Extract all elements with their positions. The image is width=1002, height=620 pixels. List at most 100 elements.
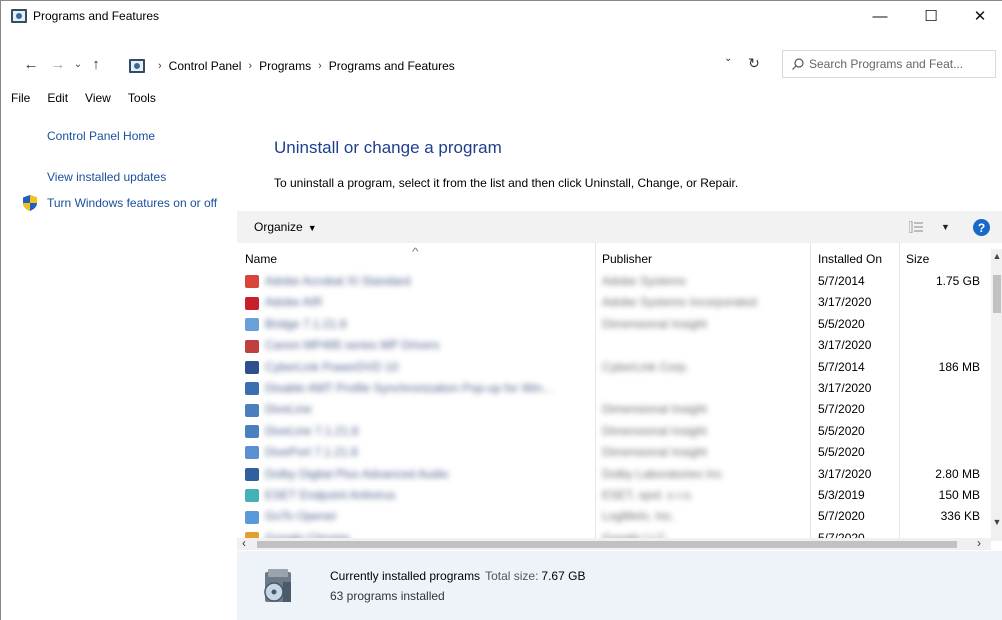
program-installed-on: 3/17/2020 <box>818 466 872 481</box>
program-installed-on: 5/5/2020 <box>818 316 865 331</box>
address-bar[interactable]: › Control Panel › Programs › Programs an… <box>129 52 771 80</box>
menu-file[interactable]: File <box>11 91 30 111</box>
table-row[interactable]: Canon MP495 series MP Drivers 3/17/2020 <box>237 335 991 356</box>
table-row[interactable]: Adobe Acrobat XI Standard Adobe Systems 5/… <box>237 271 991 292</box>
program-icon <box>245 403 259 417</box>
scroll-left-icon[interactable]: ‹ <box>242 536 246 550</box>
program-publisher: CyberLink Corp. <box>602 359 689 374</box>
control-panel-icon <box>129 59 145 73</box>
program-name-cell: Dolby Digital Plus Advanced Audio <box>245 467 448 481</box>
command-toolbar: Organize ▼ ▼ ? <box>237 211 1002 243</box>
menu-edit[interactable]: Edit <box>47 91 68 111</box>
window-title: Programs and Features <box>33 9 160 23</box>
program-name-cell: Adobe AIR <box>245 295 322 310</box>
table-row[interactable]: Adobe AIR Adobe Systems Incorporated 3/17/… <box>237 292 991 313</box>
program-icon <box>245 275 259 289</box>
menu-bar: File Edit View Tools <box>1 91 160 111</box>
program-name-cell: Canon MP495 series MP Drivers <box>245 338 440 353</box>
turn-windows-features-link[interactable]: Turn Windows features on or off <box>47 195 227 211</box>
program-size: 1.75 GB <box>935 274 980 288</box>
organize-label: Organize <box>254 220 303 234</box>
program-name: ESET Endpoint Antivirus <box>265 487 396 502</box>
program-publisher: ESET, spol. s r.o. <box>602 487 694 502</box>
control-panel-home-link[interactable]: Control Panel Home <box>47 128 155 144</box>
program-rows: Adobe Acrobat XI Standard Adobe Systems 5/… <box>237 271 991 539</box>
recent-locations-chevron-icon[interactable]: ⌄ <box>68 54 88 74</box>
scroll-down-icon[interactable]: ▼ <box>991 517 1002 527</box>
list-header: Name Publisher Installed On Size <box>237 249 991 271</box>
help-icon[interactable]: ? <box>973 219 990 236</box>
program-installed-on: 3/17/2020 <box>818 338 872 353</box>
menu-tools[interactable]: Tools <box>128 91 156 111</box>
breadcrumb-programs[interactable]: Programs <box>259 59 311 73</box>
column-header-publisher[interactable]: Publisher <box>602 252 652 266</box>
programs-list[interactable]: ^ Name Publisher Installed On Size Adobe… <box>237 243 991 539</box>
program-installed-on: 5/7/2020 <box>818 509 865 524</box>
program-name-cell: GoTo Opener <box>245 509 337 524</box>
programs-count: 63 programs installed <box>330 589 445 603</box>
program-name: Bridge 7.1.21.8 <box>265 316 347 331</box>
search-input[interactable]: Search Programs and Feat... <box>782 50 996 78</box>
maximize-button[interactable]: ☐ <box>908 1 954 31</box>
view-options-caret-icon[interactable]: ▼ <box>941 222 950 232</box>
column-header-size[interactable]: Size <box>906 252 929 266</box>
horizontal-scroll-thumb[interactable] <box>257 541 957 548</box>
refresh-icon[interactable]: ↻ <box>746 55 762 71</box>
minimize-button[interactable]: — <box>857 1 903 31</box>
program-name-cell: Bridge 7.1.21.8 <box>245 316 347 332</box>
details-pane: Currently installed programs Total size: 7… <box>237 551 1002 620</box>
table-row[interactable]: DiveLine 7.1.21.8 Dimensional Insight 5/5/… <box>237 421 991 442</box>
table-row[interactable]: GoTo Opener LogMeIn, Inc. 5/7/2020 336 KB <box>237 506 991 527</box>
scroll-right-icon[interactable]: › <box>977 536 981 550</box>
program-publisher: Dolby Laboratories Inc <box>602 466 723 481</box>
organize-button[interactable]: Organize ▼ <box>254 220 317 234</box>
view-installed-updates-link[interactable]: View installed updates <box>47 169 166 185</box>
view-options-icon[interactable] <box>909 221 923 233</box>
program-installed-on: 5/5/2020 <box>818 423 865 438</box>
program-name-cell: CyberLink PowerDVD 10 <box>245 360 398 374</box>
back-arrow-icon[interactable]: ← <box>21 54 41 74</box>
column-header-installed-on[interactable]: Installed On <box>818 252 882 266</box>
table-row[interactable]: Disable AMT Profile Synchronization Pop-… <box>237 378 991 399</box>
program-size: 186 MB <box>938 359 980 374</box>
program-installed-on: 5/7/2014 <box>818 274 865 288</box>
program-icon <box>245 510 259 524</box>
program-name: DiveLine <box>265 402 312 417</box>
table-row[interactable]: ESET Endpoint Antivirus ESET, spol. s r.o… <box>237 485 991 506</box>
column-header-name[interactable]: Name <box>245 252 277 266</box>
program-name-cell: Adobe Acrobat XI Standard <box>245 274 410 289</box>
scroll-up-icon[interactable]: ▲ <box>991 251 1002 261</box>
horizontal-scrollbar[interactable]: ‹ › <box>237 536 991 550</box>
table-row[interactable]: Dolby Digital Plus Advanced Audio Dolby L… <box>237 464 991 485</box>
program-name: Disable AMT Profile Synchronization Pop-… <box>265 380 553 395</box>
details-title: Currently installed programs <box>330 569 481 583</box>
close-button[interactable]: ✕ <box>957 1 1002 31</box>
program-installed-on: 5/7/2014 <box>818 359 865 374</box>
program-name-cell: ESET Endpoint Antivirus <box>245 487 396 503</box>
address-dropdown-chevron-icon[interactable]: ⌄ <box>724 53 732 64</box>
table-row[interactable]: Bridge 7.1.21.8 Dimensional Insight 5/5/20… <box>237 314 991 335</box>
program-name: DiveLine 7.1.21.8 <box>265 423 359 438</box>
table-row[interactable]: DiveLine Dimensional Insight 5/7/2020 <box>237 399 991 420</box>
breadcrumb-control-panel[interactable]: Control Panel <box>169 59 242 73</box>
program-icon <box>245 382 259 396</box>
program-installed-on: 3/17/2020 <box>818 380 872 395</box>
table-row[interactable]: DivePort 7.1.21.8 Dimensional Insight 5/5/… <box>237 442 991 463</box>
control-panel-icon <box>11 9 27 23</box>
program-name-cell: DivePort 7.1.21.8 <box>245 445 358 460</box>
menu-view[interactable]: View <box>85 91 111 111</box>
table-row[interactable]: CyberLink PowerDVD 10 CyberLink Corp. 5/7/… <box>237 357 991 378</box>
program-name-cell: Disable AMT Profile Synchronization Pop-… <box>245 380 553 396</box>
shield-icon <box>23 195 37 211</box>
up-arrow-icon[interactable]: ↑ <box>86 54 106 74</box>
program-publisher: Dimensional Insight <box>602 445 707 460</box>
vertical-scroll-thumb[interactable] <box>993 275 1001 313</box>
vertical-scrollbar[interactable]: ▲ ▼ <box>991 249 1002 541</box>
programs-and-features-window: Programs and Features — ☐ ✕ ← → ⌄ ↑ › Co… <box>0 0 1002 620</box>
forward-arrow-icon[interactable]: → <box>48 54 68 74</box>
program-installed-on: 5/7/2020 <box>818 402 865 417</box>
program-publisher: LogMeIn, Inc. <box>602 509 675 524</box>
search-icon <box>792 58 804 70</box>
breadcrumb-programs-and-features[interactable]: Programs and Features <box>329 59 455 73</box>
installed-programs-summary: Currently installed programs Total size: 7… <box>330 569 585 583</box>
